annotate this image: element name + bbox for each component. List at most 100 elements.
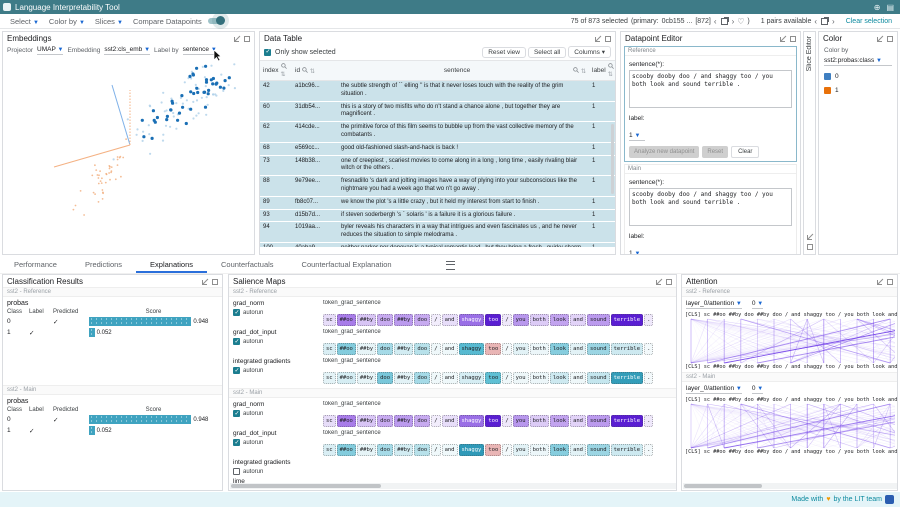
tab-predictions[interactable]: Predictions bbox=[71, 257, 136, 273]
salience-method-info: grad_normautorun bbox=[233, 401, 323, 427]
compare-datapoints-toggle[interactable] bbox=[208, 18, 223, 24]
maximize-icon[interactable] bbox=[656, 279, 662, 285]
head-select[interactable]: 0 ▼ bbox=[752, 385, 763, 394]
maximize-icon[interactable] bbox=[234, 36, 240, 42]
copy-icon[interactable] bbox=[721, 18, 728, 25]
fullscreen-icon[interactable] bbox=[887, 36, 893, 42]
drag-handle-icon[interactable] bbox=[446, 261, 455, 270]
layer-select[interactable]: layer_0/attention ▼ bbox=[686, 385, 742, 394]
cell-index: 60 bbox=[260, 102, 292, 122]
table-row[interactable]: 6031db54...this is a story of two misfit… bbox=[260, 102, 615, 123]
table-row[interactable]: 89fb8c07...we know the plot 's a little … bbox=[260, 197, 615, 210]
fullscreen-icon[interactable] bbox=[887, 279, 893, 285]
slice-editor-strip[interactable]: Slice Editor bbox=[803, 31, 816, 255]
layer-select[interactable]: layer_0/attention ▼ bbox=[686, 300, 742, 309]
column-header-sentence[interactable]: sentence ⇅ bbox=[338, 61, 589, 80]
fullscreen-icon[interactable] bbox=[244, 36, 250, 42]
salience-token: ##by bbox=[357, 444, 376, 456]
clear-selection-link[interactable]: Clear selection bbox=[846, 18, 892, 25]
main-label-select[interactable]: 1 ▼ bbox=[629, 250, 645, 255]
table-row[interactable]: 68e569cc...good old-fashioned slash-and-… bbox=[260, 143, 615, 156]
autorun-label: autorun bbox=[243, 368, 263, 374]
maximize-icon[interactable] bbox=[780, 36, 786, 42]
maximize-icon[interactable] bbox=[807, 234, 813, 240]
select-all-button[interactable]: Select all bbox=[528, 47, 566, 58]
autorun-checkbox[interactable] bbox=[233, 468, 240, 475]
table-row[interactable]: 10040aba9...neither parker nor donovan i… bbox=[260, 243, 615, 247]
docs-icon[interactable]: ▤ bbox=[886, 3, 894, 12]
reference-label-select[interactable]: 1 ▼ bbox=[629, 132, 645, 141]
slices-menu[interactable]: Slices ▼ bbox=[95, 17, 123, 26]
reference-sentence-input[interactable]: scooby dooby doo / and shaggy too / you … bbox=[629, 70, 792, 108]
embedding-select[interactable]: sst2:cls_emb ▼ bbox=[104, 46, 150, 55]
reset-view-button[interactable]: Reset view bbox=[482, 47, 526, 58]
label-by-select[interactable]: sentence ▼ bbox=[183, 46, 217, 55]
table-row[interactable]: 889e79ee...fresnadillo 's dark and jolti… bbox=[260, 176, 615, 197]
embeddings-scatter[interactable] bbox=[3, 57, 254, 247]
only-show-selected-checkbox[interactable] bbox=[264, 49, 271, 56]
hscroll-thumb[interactable] bbox=[231, 484, 381, 488]
table-row[interactable]: 42a1bc96...the subtle strength of `` ell… bbox=[260, 81, 615, 102]
fullscreen-icon[interactable] bbox=[807, 244, 813, 250]
salience-token-area bbox=[323, 459, 672, 475]
projector-select[interactable]: UMAP ▼ bbox=[37, 46, 63, 55]
favorite-icon[interactable]: ♡ bbox=[737, 17, 744, 26]
salience-token: terrible bbox=[611, 314, 644, 326]
main-sentence-input[interactable]: scooby dooby doo / and shaggy too / you … bbox=[629, 188, 792, 226]
autorun-checkbox[interactable] bbox=[233, 367, 240, 374]
selection-status: 75 of 873 selected (primary: 0cb155 ... … bbox=[571, 17, 900, 26]
cell-label: 1 bbox=[589, 243, 615, 247]
table-row[interactable]: 62414cde...the primitive force of this f… bbox=[260, 122, 615, 143]
head-select[interactable]: 0 ▼ bbox=[752, 300, 763, 309]
hscroll-thumb[interactable] bbox=[684, 484, 762, 488]
autorun-checkbox[interactable] bbox=[233, 338, 240, 345]
fullscreen-icon[interactable] bbox=[605, 36, 611, 42]
select-menu[interactable]: Select ▼ bbox=[10, 17, 39, 26]
table-row[interactable]: 93d15b7d...if steven soderbergh 's ` sol… bbox=[260, 210, 615, 223]
table-row[interactable]: 73148b38...one of creepiest , scariest m… bbox=[260, 156, 615, 177]
lit-logo-icon bbox=[3, 3, 11, 11]
maximize-icon[interactable] bbox=[877, 279, 883, 285]
autorun-checkbox[interactable] bbox=[233, 309, 240, 316]
table-row[interactable]: 941019aa...byler reveals his characters … bbox=[260, 222, 615, 243]
fullscreen-icon[interactable] bbox=[212, 279, 218, 285]
score-cell: 0.052 bbox=[89, 328, 218, 337]
tab-counterfactuals[interactable]: Counterfactuals bbox=[207, 257, 288, 273]
color-by-menu[interactable]: Color by ▼ bbox=[49, 17, 85, 26]
label-by-label: Label by bbox=[154, 47, 179, 54]
salience-token: and bbox=[570, 415, 586, 427]
tab-explanations[interactable]: Explanations bbox=[136, 257, 207, 273]
classification-title: Classification Results bbox=[7, 277, 83, 286]
salience-token: terrible bbox=[611, 372, 644, 384]
column-header-index[interactable]: index ⇅ bbox=[260, 61, 292, 80]
autorun-checkbox[interactable] bbox=[233, 439, 240, 446]
salience-token: ##oo bbox=[337, 314, 356, 326]
table-scrollbar[interactable] bbox=[611, 124, 614, 194]
prev-datapoint-icon[interactable]: ‹ bbox=[714, 17, 717, 26]
pair-copy-icon[interactable] bbox=[821, 18, 828, 25]
salience-token: . bbox=[644, 343, 653, 355]
tab-performance[interactable]: Performance bbox=[0, 257, 71, 273]
next-pair-icon[interactable]: › bbox=[832, 17, 835, 26]
classification-rows: 0✓0.9481✓0.052 bbox=[3, 414, 222, 436]
link-icon[interactable]: ⊕ bbox=[874, 3, 881, 12]
fullscreen-icon[interactable] bbox=[790, 36, 796, 42]
salience-token: sound bbox=[587, 314, 610, 326]
maximize-icon[interactable] bbox=[595, 36, 601, 42]
fullscreen-icon[interactable] bbox=[666, 279, 672, 285]
column-header-label[interactable]: label ⇅ bbox=[589, 61, 615, 80]
reset-button[interactable]: Reset bbox=[702, 146, 728, 158]
analyze-button[interactable]: Analyze new datapoint bbox=[629, 146, 699, 158]
clear-button[interactable]: Clear bbox=[731, 146, 759, 158]
prev-pair-icon[interactable]: ‹ bbox=[814, 17, 817, 26]
autorun-checkbox[interactable] bbox=[233, 410, 240, 417]
cell-sentence: if steven soderbergh 's ` solaris ' is a… bbox=[338, 210, 589, 222]
maximize-icon[interactable] bbox=[877, 36, 883, 42]
next-datapoint-icon[interactable]: › bbox=[732, 17, 735, 26]
maximize-icon[interactable] bbox=[202, 279, 208, 285]
color-by-select[interactable]: sst2:probas:class ▼ bbox=[824, 57, 892, 66]
column-header-id[interactable]: id ⇅ bbox=[292, 61, 338, 80]
slice-editor-title: Slice Editor bbox=[806, 36, 813, 71]
tab-counterfactual-explanation[interactable]: Counterfactual Explanation bbox=[288, 257, 406, 273]
columns-button[interactable]: Columns ▾ bbox=[568, 46, 611, 58]
